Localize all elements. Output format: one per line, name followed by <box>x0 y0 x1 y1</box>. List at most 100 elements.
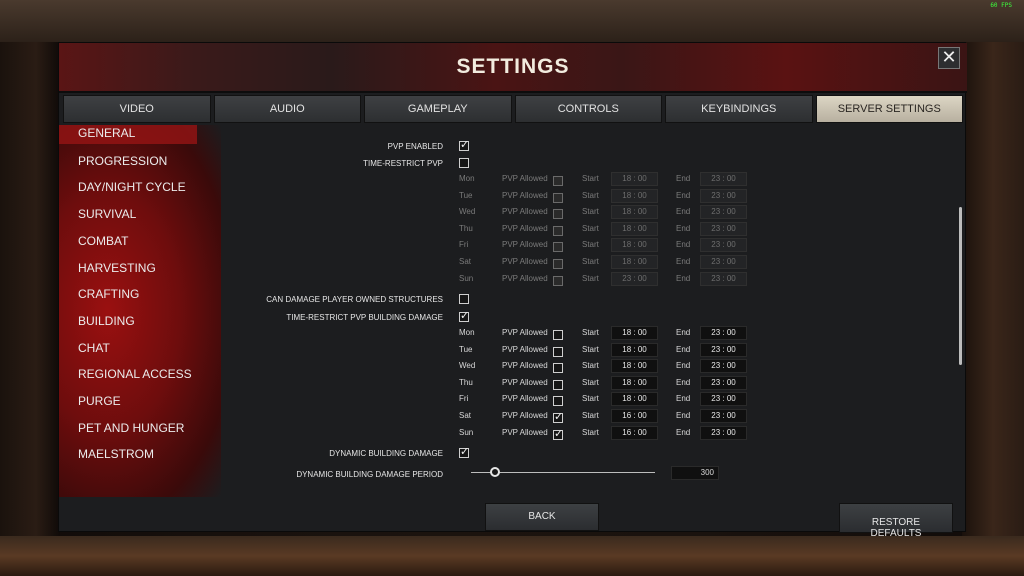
building-schedule-pvp-allowed-checkbox[interactable] <box>553 330 563 340</box>
sidebar-item-maelstrom[interactable]: MAELSTROM <box>78 447 154 461</box>
building-schedule-pvp-allowed-checkbox[interactable] <box>553 410 563 423</box>
pvp-schedule-pvp-allowed-checkbox[interactable] <box>553 275 563 286</box>
pvp-schedule-end-time: 23 : 00 <box>700 221 747 236</box>
category-sidebar: GENERAL PROGRESSION DAY/NIGHT CYCLE SURVIVA… <box>59 125 221 497</box>
building-schedule-end-time[interactable]: 23 : 00 <box>700 392 747 407</box>
pvp-schedule-pvp-allowed-label: PVP Allowed <box>502 273 548 283</box>
building-schedule-end-label: End <box>676 427 691 437</box>
sidebar-item-progression[interactable]: PROGRESSION <box>78 154 167 168</box>
pvp-schedule-pvp-allowed-checkbox[interactable] <box>553 225 563 236</box>
pvp-schedule-end-label: End <box>676 174 691 183</box>
building-schedule-end-label: End <box>676 394 691 404</box>
pvp-schedule-end-time: 23 : 00 <box>700 188 747 203</box>
damage-period-slider-handle[interactable] <box>489 467 500 477</box>
scrollbar-thumb[interactable] <box>959 207 962 365</box>
pvp-schedule-pvp-allowed-checkbox[interactable] <box>553 209 563 220</box>
pvp-schedule-pvp-allowed-checkbox[interactable] <box>553 176 563 186</box>
tab-server-settings[interactable]: SERVER SETTINGS <box>815 95 963 123</box>
pvp-schedule-end-label: End <box>676 190 691 200</box>
time-restrict-building-damage-label: TIME-RESTRICT PVP BUILDING DAMAGE <box>286 313 443 322</box>
pvp-schedule-pvp-allowed-checkbox[interactable] <box>553 192 563 203</box>
title-bar: SETTINGS ✕ <box>59 43 967 93</box>
building-schedule-start-time[interactable]: 18 : 00 <box>611 359 658 374</box>
sidebar-item-combat[interactable]: COMBAT <box>78 234 128 248</box>
building-schedule-pvp-allowed-checkbox[interactable] <box>553 396 563 407</box>
restore-defaults-label: RESTORE DEFAULTS <box>870 517 922 539</box>
building-schedule-pvp-allowed-checkbox[interactable] <box>553 427 563 440</box>
pvp-schedule-end-time: 23 : 00 <box>700 238 747 253</box>
pvp-schedule-pvp-allowed-label: PVP Allowed <box>502 223 548 233</box>
tab-gameplay[interactable]: GAMEPLAY <box>364 95 512 123</box>
building-schedule-start-time[interactable]: 18 : 00 <box>611 342 658 357</box>
sidebar-item-building[interactable]: BUILDING <box>78 314 135 328</box>
building-schedule-end-label: End <box>676 344 691 354</box>
sidebar-item-purge[interactable]: PURGE <box>78 394 121 408</box>
building-schedule-end-label: End <box>676 328 691 337</box>
scrollbar[interactable] <box>957 125 963 497</box>
building-schedule-end-time[interactable]: 23 : 00 <box>700 375 747 390</box>
tab-controls[interactable]: CONTROLS <box>514 95 662 123</box>
background-left-wall <box>0 0 60 576</box>
building-schedule-pvp-allowed-label: PVP Allowed <box>502 344 548 354</box>
building-schedule-pvp-allowed-checkbox[interactable] <box>553 363 563 374</box>
close-button[interactable]: ✕ <box>938 47 960 69</box>
sidebar-item-chat[interactable]: CHAT <box>78 341 110 355</box>
building-schedule-end-time[interactable]: 23 : 00 <box>700 359 747 374</box>
pvp-schedule-pvp-allowed-checkbox[interactable] <box>553 242 563 253</box>
building-schedule-start-label: Start <box>582 361 599 371</box>
damage-period-value[interactable]: 300 <box>671 466 719 480</box>
tab-keybindings[interactable]: KEYBINDINGS <box>665 95 813 123</box>
pvp-schedule-start-label: Start <box>582 257 599 266</box>
page-title: SETTINGS <box>456 55 570 78</box>
back-button-label: BACK <box>528 511 556 522</box>
time-restrict-pvp-checkbox[interactable] <box>459 158 469 168</box>
can-damage-structures-checkbox[interactable] <box>459 294 469 304</box>
building-schedule-end-time[interactable]: 23 : 00 <box>700 409 747 423</box>
sidebar-item-harvesting[interactable]: HARVESTING <box>78 261 156 275</box>
restore-defaults-button[interactable]: RESTORE DEFAULTS <box>839 503 953 539</box>
sidebar-item-pet-and-hunger[interactable]: PET AND HUNGER <box>78 421 184 435</box>
building-schedule-end-time[interactable]: 23 : 00 <box>700 342 747 357</box>
sidebar-item-general[interactable]: GENERAL <box>59 125 197 144</box>
building-schedule-start-time[interactable]: 18 : 00 <box>611 326 658 340</box>
pvp-schedule-end-label: End <box>676 257 691 266</box>
building-schedule-day-label: Mon <box>459 328 475 337</box>
pvp-schedule-pvp-allowed-label: PVP Allowed <box>502 174 548 183</box>
building-schedule-end-label: End <box>676 411 691 420</box>
building-schedule-end-label: End <box>676 361 691 371</box>
sidebar-item-crafting[interactable]: CRAFTING <box>78 287 139 301</box>
building-schedule-pvp-allowed-label: PVP Allowed <box>502 377 548 387</box>
building-schedule-end-time[interactable]: 23 : 00 <box>700 326 747 340</box>
pvp-schedule-end-time: 23 : 00 <box>700 172 747 186</box>
building-schedule-start-time[interactable]: 18 : 00 <box>611 392 658 407</box>
sidebar-item-survival[interactable]: SURVIVAL <box>78 207 136 221</box>
building-schedule-start-label: Start <box>582 394 599 404</box>
tab-audio[interactable]: AUDIO <box>213 95 361 123</box>
pvp-schedule-start-label: Start <box>582 223 599 233</box>
building-schedule-end-time[interactable]: 23 : 00 <box>700 425 747 440</box>
building-schedule-start-label: Start <box>582 411 599 420</box>
building-schedule-start-time[interactable]: 16 : 00 <box>611 409 658 423</box>
sidebar-item-regional-access[interactable]: REGIONAL ACCESS <box>78 367 192 381</box>
dynamic-building-damage-checkbox[interactable] <box>459 445 469 458</box>
dynamic-building-damage-label: DYNAMIC BUILDING DAMAGE <box>329 449 443 458</box>
pvp-schedule-day-label: Sun <box>459 273 474 283</box>
pvp-schedule-day-label: Fri <box>459 240 469 250</box>
building-schedule-pvp-allowed-label: PVP Allowed <box>502 394 548 404</box>
pvp-schedule-pvp-allowed-checkbox[interactable] <box>553 259 563 269</box>
settings-tabs: VIDEO AUDIO GAMEPLAY CONTROLS KEYBINDINGS SER… <box>63 95 963 123</box>
pvp-schedule-start-time: 18 : 00 <box>611 221 658 236</box>
pvp-schedule-start-time: 18 : 00 <box>611 205 658 220</box>
back-button[interactable]: BACK <box>485 503 599 531</box>
time-restrict-building-damage-checkbox[interactable] <box>459 309 469 322</box>
pvp-enabled-checkbox[interactable] <box>459 138 469 151</box>
building-schedule-pvp-allowed-checkbox[interactable] <box>553 379 563 390</box>
sidebar-item-day-night-cycle[interactable]: DAY/NIGHT CYCLE <box>78 180 186 194</box>
building-schedule-pvp-allowed-checkbox[interactable] <box>553 346 563 357</box>
pvp-schedule-pvp-allowed-label: PVP Allowed <box>502 190 548 200</box>
building-schedule-start-time[interactable]: 18 : 00 <box>611 375 658 390</box>
building-schedule-start-time[interactable]: 16 : 00 <box>611 425 658 440</box>
can-damage-structures-label: CAN DAMAGE PLAYER OWNED STRUCTURES <box>266 295 443 304</box>
tab-video[interactable]: VIDEO <box>63 95 211 123</box>
pvp-schedule-end-label: End <box>676 223 691 233</box>
